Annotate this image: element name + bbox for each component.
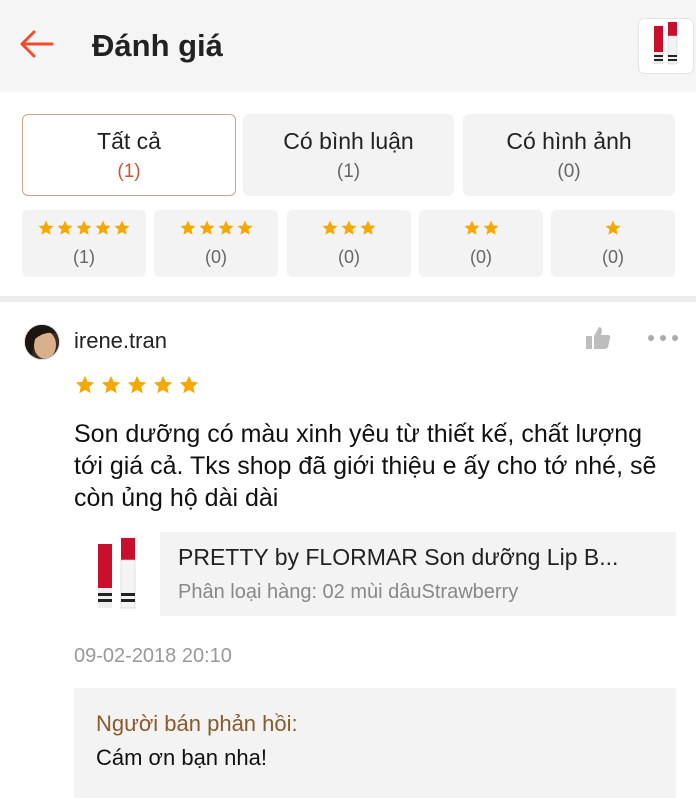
filter-3-stars[interactable]: (0) <box>287 210 411 277</box>
star-icon <box>113 219 131 242</box>
filter-4-stars[interactable]: (0) <box>154 210 278 277</box>
star-filter-count: (0) <box>470 246 492 267</box>
seller-reply-text: Cám ơn bạn nha! <box>96 745 267 770</box>
product-info: PRETTY by FLORMAR Son dưỡng Lip B... Phâ… <box>160 532 676 616</box>
seller-reply: Người bán phản hồi: Cám ơn bạn nha! <box>74 688 676 798</box>
star-row <box>604 219 622 242</box>
star-filter-count: (0) <box>602 246 624 267</box>
thumbs-up-icon <box>584 327 612 356</box>
tab-count: (1) <box>336 161 361 182</box>
tab-count: (1) <box>117 161 141 182</box>
product-name: PRETTY by FLORMAR Son dưỡng Lip B... <box>178 544 619 570</box>
star-icon <box>359 219 377 242</box>
product-thumbnail-button[interactable] <box>638 18 694 74</box>
star-filter-count: (1) <box>73 246 95 267</box>
star-icon <box>75 219 93 242</box>
star-icon <box>37 219 55 242</box>
filter-1-star[interactable]: (0) <box>551 210 675 277</box>
star-filter-count: (0) <box>338 246 360 267</box>
star-icon <box>94 219 112 242</box>
star-icon <box>217 219 235 242</box>
tab-with-comments[interactable]: Có bình luận (1) <box>243 114 454 196</box>
lipstick-image <box>651 20 681 73</box>
star-icon <box>56 219 74 242</box>
star-row <box>321 219 377 242</box>
star-icon <box>126 374 148 401</box>
star-icon <box>321 219 339 242</box>
star-icon <box>100 374 122 401</box>
star-icon <box>74 374 96 401</box>
filter-5-stars[interactable]: (1) <box>22 210 146 277</box>
more-options-button[interactable] <box>646 328 680 348</box>
tab-label: Có bình luận <box>283 128 414 154</box>
product-image <box>74 532 160 616</box>
review-date: 09-02-2018 20:10 <box>74 645 232 667</box>
filter-2-stars[interactable]: (0) <box>419 210 543 277</box>
tab-label: Tất cả <box>97 128 161 154</box>
review-item: irene.tran Son dưỡng có màu xinh yêu từ … <box>0 302 696 798</box>
arrow-left-icon <box>18 29 56 64</box>
product-variant: Phân loại hàng: 02 mùi dâuStrawberry <box>178 581 519 603</box>
more-dots-icon <box>646 335 680 352</box>
avatar[interactable] <box>24 324 60 360</box>
page-title: Đánh giá <box>92 28 223 63</box>
star-filter-count: (0) <box>205 246 227 267</box>
review-text: Son dưỡng có màu xinh yêu từ thiết kế, c… <box>74 420 657 512</box>
tab-count: (0) <box>557 161 581 182</box>
star-icon <box>179 219 197 242</box>
star-row <box>463 219 500 242</box>
tab-all[interactable]: Tất cả (1) <box>22 114 236 196</box>
star-icon <box>482 219 500 242</box>
tab-with-images[interactable]: Có hình ảnh (0) <box>463 114 675 196</box>
star-row <box>179 219 254 242</box>
like-button[interactable] <box>584 324 614 354</box>
top-bar: Đánh giá <box>0 0 696 92</box>
star-icon <box>198 219 216 242</box>
star-icon <box>604 219 622 242</box>
star-icon <box>152 374 174 401</box>
star-icon <box>463 219 481 242</box>
review-product-card[interactable]: PRETTY by FLORMAR Son dưỡng Lip B... Phâ… <box>74 532 676 616</box>
star-row <box>37 219 131 242</box>
back-button[interactable] <box>18 28 58 64</box>
star-icon <box>340 219 358 242</box>
tab-label: Có hình ảnh <box>506 128 632 154</box>
star-icon <box>236 219 254 242</box>
rating-filters: Tất cả (1) Có bình luận (1) Có hình ảnh … <box>0 92 696 296</box>
review-rating <box>74 374 200 401</box>
review-username[interactable]: irene.tran <box>74 328 167 354</box>
seller-reply-label: Người bán phản hồi: <box>96 711 298 736</box>
star-icon <box>178 374 200 401</box>
